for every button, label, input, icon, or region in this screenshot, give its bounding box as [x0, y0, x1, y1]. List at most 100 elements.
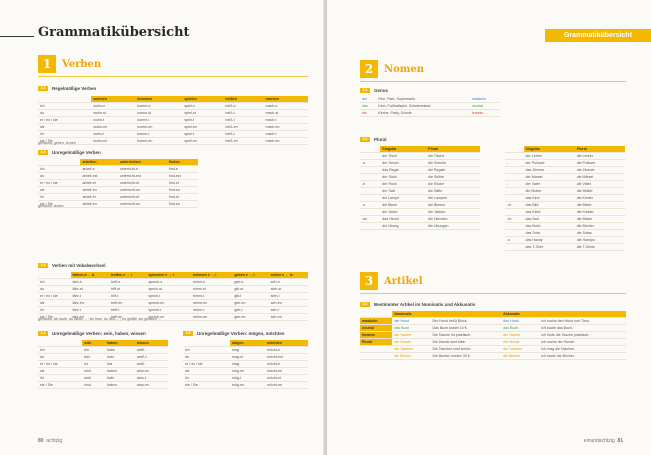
table-cell: die Mütter — [574, 187, 625, 195]
table-cell: möcht-est — [265, 353, 308, 361]
table-cell: die Sofas — [574, 229, 625, 237]
table-cell: Ich kaufe das Buch. — [539, 324, 626, 332]
table-row: ich arbeit-e unterricht-e find-e — [38, 165, 198, 173]
table-cell: bist — [82, 353, 106, 361]
table-cell — [505, 222, 524, 230]
table-cell: -n — [360, 201, 381, 209]
table-row: er / es / sie arbeit-et unterricht-et find-… — [38, 179, 198, 187]
table-cell: mach-st — [263, 109, 308, 117]
table-row: das Buch die Bücher — [505, 222, 625, 230]
table-cell: find-est — [166, 172, 198, 180]
table-cell: mach-e — [263, 102, 308, 110]
table-cell: Die Tasche ist praktisch. — [430, 331, 502, 339]
subsection-modal: 1.5 Unregelmäßige Verben: mögen, möchten — [183, 331, 285, 336]
table-cell: wohn-t — [91, 130, 136, 138]
genus-table: der Film, Park, Supermarkt maskulin das Kino… — [360, 96, 500, 117]
table-cell: ihr — [38, 193, 81, 201]
table-cell: unterricht-est — [117, 172, 167, 180]
subsection-badge: 1.4 — [38, 331, 48, 336]
table-cell: unterricht-e — [117, 165, 167, 173]
table-cell: maskulin — [360, 317, 393, 325]
table-row: der Lehrer die Lehrer — [505, 152, 625, 160]
table-cell — [505, 229, 524, 237]
table-cell: spiel-en — [182, 123, 224, 131]
table-cell: die Hunde — [392, 338, 431, 346]
subsection-badge: 1.1 — [38, 86, 48, 91]
table-row: ihr fahr-t treff-t sprech-t nehm-t geb-t seh-t — [38, 306, 308, 314]
table-row: ich wohn-e komm-e spiel-e heiß-e mach-e — [38, 102, 308, 110]
table-cell: komm-e — [135, 102, 183, 110]
table-cell: die Bäder — [574, 215, 625, 223]
table-cell: der Hund — [392, 317, 431, 325]
table-row: -̈e der Rock die Röcke — [360, 180, 480, 188]
table-cell — [505, 243, 524, 251]
irregular-verbs-table: arbeiten unterrichten finden ich arbeit-e unt… — [38, 159, 198, 208]
table-cell: Ich finde die Tasche praktisch. — [539, 331, 626, 339]
table-cell: das Sofa — [523, 229, 575, 237]
table-cell: sprech-en — [146, 299, 192, 307]
subsection-vowel: 1.3 Verben mit Vokalwechsel — [38, 263, 105, 268]
table-cell: der Schuh — [380, 159, 427, 167]
table-cell: seh-t — [268, 306, 308, 314]
section-rule — [360, 81, 626, 82]
table-cell: arbeit-et — [80, 179, 118, 187]
table-cell: feminin — [360, 331, 393, 339]
table-cell: mach-t — [263, 130, 308, 138]
right-page: Grammatikübersicht 2 Nomen 2.1 Genus der… — [327, 0, 651, 455]
table-row: ich mag möcht-e — [183, 346, 308, 354]
subsection-genus: 2.1 Genus — [360, 88, 388, 93]
table-cell: die — [360, 109, 377, 117]
table-cell: die Lampe — [380, 194, 427, 202]
subsection-irregular: 1.2 Unregelmäßige Verben — [38, 150, 101, 155]
table-cell: komm-st — [135, 109, 183, 117]
table-cell: haben — [105, 367, 135, 375]
table-cell: die Tasche — [392, 331, 431, 339]
page-folio: 80 achtzig — [38, 438, 62, 444]
table-cell: die Blusen — [426, 201, 480, 209]
table-cell: ihr — [38, 306, 71, 314]
table-row: die Übung die Übungen — [360, 222, 480, 230]
table-cell: die Jacke — [380, 208, 427, 216]
table-cell: gib-st — [232, 285, 269, 293]
table-cell: find-et — [166, 179, 198, 187]
table-cell: Kirche, Party, Schule — [376, 109, 470, 117]
section-number: 3 — [360, 272, 378, 290]
page-number-word: einundachtzig — [583, 438, 615, 444]
table-note: genauso: testen — [38, 204, 64, 208]
section-number: 2 — [360, 60, 378, 78]
table-row: Plural die Hunde Die Hunde sind klein. die … — [360, 338, 626, 346]
subsection-heading: Genus — [374, 88, 389, 93]
vowel-change-table: fahren a → ä treffen e → i sprechen e → in… — [38, 272, 308, 321]
table-row: -n die Bluse die Blusen — [360, 201, 480, 209]
section-title: Nomen — [384, 63, 425, 75]
subsection-heading: Bestimmter Artikel im Nominativ und Akku… — [374, 302, 476, 307]
table-row: -s das Handy die Handys — [505, 236, 625, 244]
table-row: du fähr-st triff-st sprich-st nimm-st gib-st s… — [38, 285, 308, 293]
table-cell: haben — [105, 381, 135, 389]
table-cell: die Mäntel — [574, 173, 625, 181]
table-row: du bist hast weiß-t — [38, 353, 168, 361]
table-cell: das Bild — [523, 201, 575, 209]
table-cell — [360, 208, 381, 216]
table-cell: ich — [183, 346, 230, 354]
table-cell: Die Bücher kosten 30 €. — [430, 352, 502, 360]
table-cell: wir — [38, 367, 83, 375]
table-cell: die Bücher — [392, 352, 431, 360]
table-row: ihr wohn-t komm-t spiel-t heiß-t mach-t — [38, 130, 308, 138]
table-cell: unterricht-et — [117, 179, 167, 187]
table-row: sie / Sie wohn-en komm-en spiel-en heiß-en ma… — [38, 137, 308, 145]
table-row: -en das Hemd die Hemden — [360, 215, 480, 223]
table-cell: Kino, Fußballspiel, Schwimmbad — [376, 102, 470, 110]
table-cell: der Mantel — [523, 173, 575, 181]
table-cell: wohn-t — [91, 116, 136, 124]
table-row: -er das Bild die Bilder — [505, 201, 625, 209]
table-cell: heiß-en — [223, 137, 264, 145]
table-cell: das — [360, 102, 377, 110]
table-cell: das Zimmer — [523, 166, 575, 174]
subsection-badge: 1.2 — [38, 150, 48, 155]
table-cell: er / es / sie — [183, 360, 230, 368]
table-cell: wir — [38, 123, 92, 131]
moegen-table: mögen möchten ich mag möcht-e du mag-st möcht-e… — [183, 340, 308, 389]
table-cell — [360, 352, 393, 360]
table-cell: Die Hunde sind klein. — [430, 338, 502, 346]
